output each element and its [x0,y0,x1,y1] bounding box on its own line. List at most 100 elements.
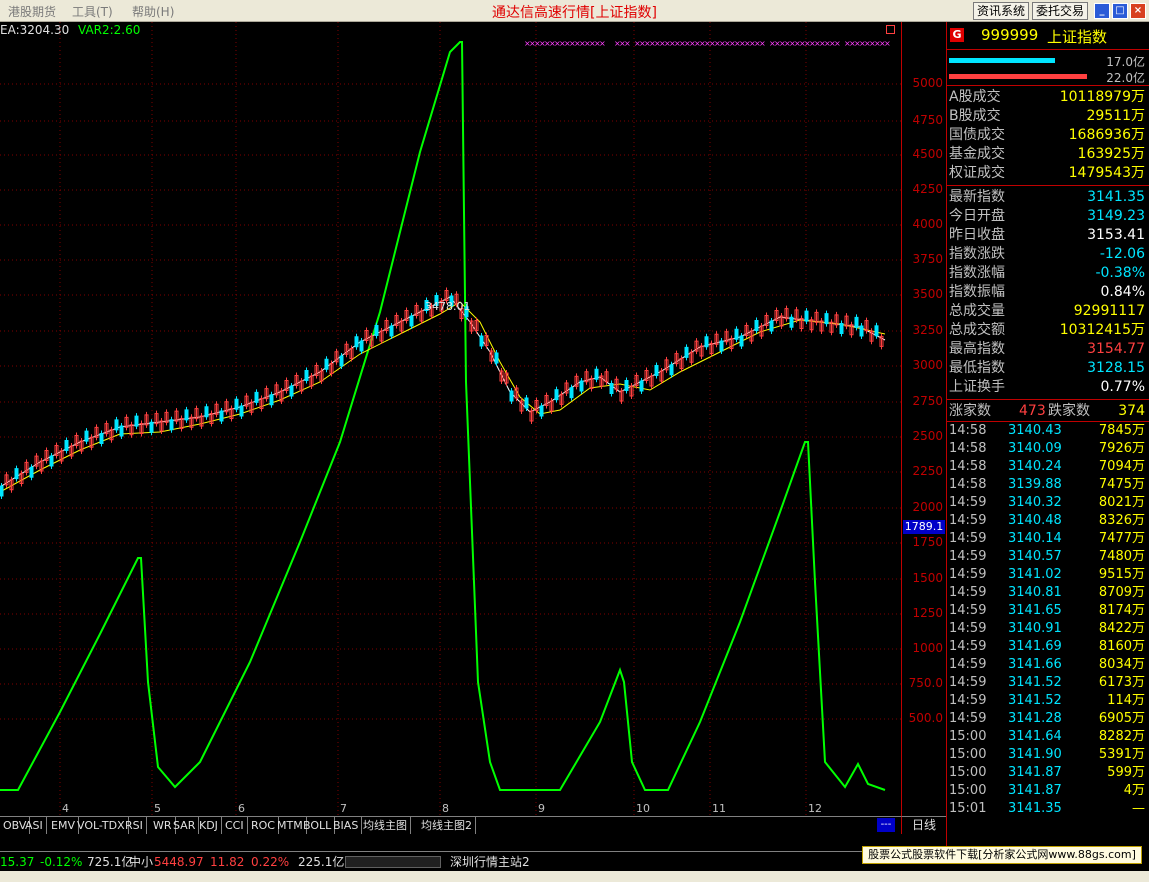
tab-kdj[interactable]: KDJ [196,817,222,834]
index-stat-label: 今日开盘 [949,208,1005,224]
menu-help[interactable]: 帮助(H) [132,3,174,20]
tick-volume: 7845万 [1098,423,1145,438]
tick-time: 14:59 [949,549,987,564]
news-system-button[interactable]: 资讯系统 [973,2,1030,20]
tick-row: 15:01 3141.35 — [947,800,1149,818]
index-stat-row: 最低指数 3128.15 [947,359,1149,378]
index-stat-value: 3128.15 [1087,360,1145,376]
candle-body [359,340,364,352]
y-tick-label: 4250 [912,182,943,196]
tick-volume: 8422万 [1098,621,1145,636]
candle-body [684,346,689,358]
tick-time: 14:59 [949,603,987,618]
tick-time: 14:59 [949,621,987,636]
expand-icon[interactable] [886,25,895,34]
turnover-stats: A股成交 10118979万 B股成交 29511万 国债成交 1686936万 基金成交 1… [947,86,1149,186]
candle-body [569,387,574,399]
period-dayline[interactable]: 日线 [901,816,946,834]
tick-time: 14:59 [949,639,987,654]
candle-body [84,430,89,442]
candle-body [639,380,644,392]
index-stat-row: 总成交额 10312415万 [947,321,1149,340]
turnover-value: 29511万 [1086,108,1145,124]
candle-body [304,370,309,381]
tick-row: 14:58 3139.88 7475万 [947,476,1149,494]
tab-均线主图[interactable]: 均线主图 [360,817,411,834]
y-tick-label: 1000 [912,641,943,655]
candle-body [524,397,529,409]
candle-body [354,336,359,348]
peak-annotation: 3478.01 [425,300,471,313]
tick-volume: 8326万 [1098,513,1145,528]
tick-row: 14:59 3141.28 6905万 [947,710,1149,728]
tick-price: 3141.64 [1008,729,1062,744]
restore-icon[interactable]: □ [1112,3,1128,19]
index-stat-row: 指数涨跌 -12.06 [947,245,1149,264]
index-stat-row: 指数振幅 0.84% [947,283,1149,302]
turnover-label: A股成交 [949,89,1001,105]
tick-volume: 8174万 [1098,603,1145,618]
candle-body [254,391,259,403]
tab-asi[interactable]: ASI [22,817,47,834]
kline-chart[interactable]: EA:3204.30 VAR2:2.60 4 5 6 7 8 9 10 11 12 × × × × × × ×… [0,22,901,816]
tick-list[interactable]: 14:58 3140.43 7845万 14:58 3140.09 7926万 14:58 3… [947,422,1149,818]
y-tick-label: 5000 [912,76,943,90]
tick-time: 15:00 [949,783,987,798]
volume-label-up: 17.0亿 [1106,55,1145,69]
tick-row: 14:59 3140.48 8326万 [947,512,1149,530]
minimize-icon[interactable]: _ [1094,3,1110,19]
index-stat-value: 0.77% [1100,379,1145,395]
tick-time: 14:59 [949,657,987,672]
x-tick-label: 9 [538,802,545,815]
turnover-row: B股成交 29511万 [947,107,1149,126]
tick-time: 14:59 [949,513,987,528]
index-stat-value: 0.84% [1100,284,1145,300]
candle-body [624,380,629,391]
index-stat-label: 最高指数 [949,341,1005,357]
index-stat-value: -12.06 [1099,246,1145,262]
tab-sar[interactable]: SAR [170,817,200,834]
tab-rsi[interactable]: RSI [122,817,147,834]
tick-price: 3139.88 [1008,477,1062,492]
volume-bar-up [949,58,1055,63]
more-tabs-button[interactable]: --- [877,818,895,832]
y-tick-label: 4500 [912,147,943,161]
tick-volume: — [1132,801,1145,816]
tick-price: 3140.43 [1008,423,1062,438]
tick-price: 3140.57 [1008,549,1062,564]
index-stat-label: 总成交量 [949,303,1005,319]
tick-price: 3141.52 [1008,675,1062,690]
turnover-value: 163925万 [1077,146,1145,162]
tick-row: 14:59 3140.32 8021万 [947,494,1149,512]
candle-body [184,409,189,421]
tab-bias[interactable]: BIAS [330,817,363,834]
candle-body [389,325,394,337]
tab-vol-tdx[interactable]: VOL-TDX [74,817,129,834]
close-icon[interactable]: × [1130,3,1146,19]
tick-volume: 8709万 [1098,585,1145,600]
tab-均线主图2[interactable]: 均线主图2 [418,817,476,834]
y-tick-label: 1750 [912,535,943,549]
tick-price: 3140.32 [1008,495,1062,510]
advance-decline: 涨家数 473 跌家数 374 [947,400,1149,422]
index-stat-label: 上证换手 [949,379,1005,395]
turnover-row: 基金成交 163925万 [947,145,1149,164]
tick-volume: 7477万 [1098,531,1145,546]
price-tag: 1789.1 [903,520,945,534]
candle-body [509,390,514,402]
menu-tools[interactable]: 工具(T) [72,3,113,20]
ad-banner[interactable]: 股票公式股票软件下载[分析家公式网www.88gs.com] [862,846,1142,864]
tick-price: 3140.09 [1008,441,1062,456]
trade-button[interactable]: 委托交易 [1032,2,1089,20]
tick-time: 14:58 [949,459,987,474]
signal-marker: × [834,39,841,48]
index-stat-label: 最低指数 [949,360,1005,376]
candle-body [204,406,209,418]
menu-futures[interactable]: 港股期货 [8,3,56,20]
tab-cci[interactable]: CCI [222,817,248,834]
tick-price: 3141.35 [1008,801,1062,816]
y-tick-label: 500.0 [908,711,943,725]
candle-body [324,358,329,370]
tick-time: 14:58 [949,441,987,456]
y-tick-label: 3750 [912,252,943,266]
